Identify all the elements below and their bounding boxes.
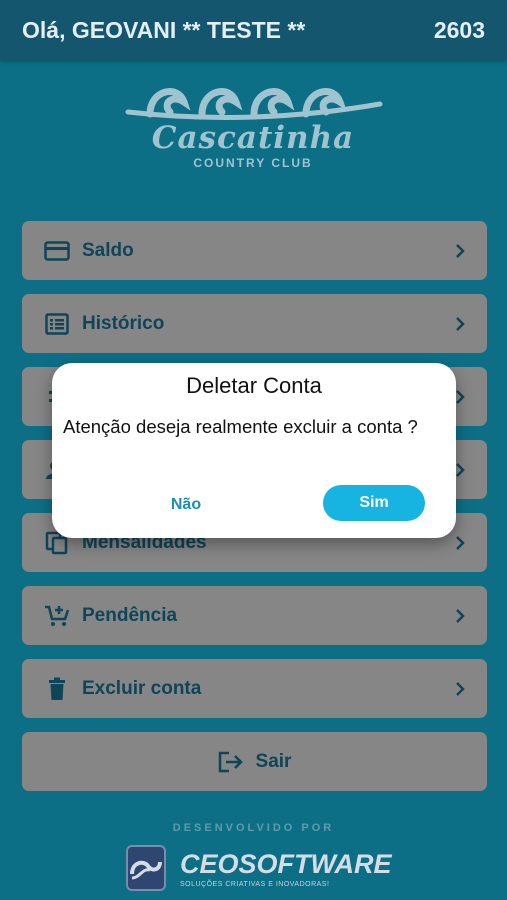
delete-account-dialog: Deletar Conta Atenção deseja realmente e… — [52, 363, 456, 538]
dialog-message: Atenção deseja realmente excluir a conta… — [63, 416, 418, 437]
dialog-title: Deletar Conta — [186, 373, 322, 398]
member-code: 2603 — [433, 16, 485, 43]
greeting-text: Olá, GEOVANI ** TESTE ** — [22, 16, 306, 43]
confirm-button[interactable]: Sim — [323, 485, 425, 521]
app-bar: Olá, GEOVANI ** TESTE ** 2603 — [0, 0, 507, 60]
cancel-button[interactable]: Não — [152, 491, 220, 519]
